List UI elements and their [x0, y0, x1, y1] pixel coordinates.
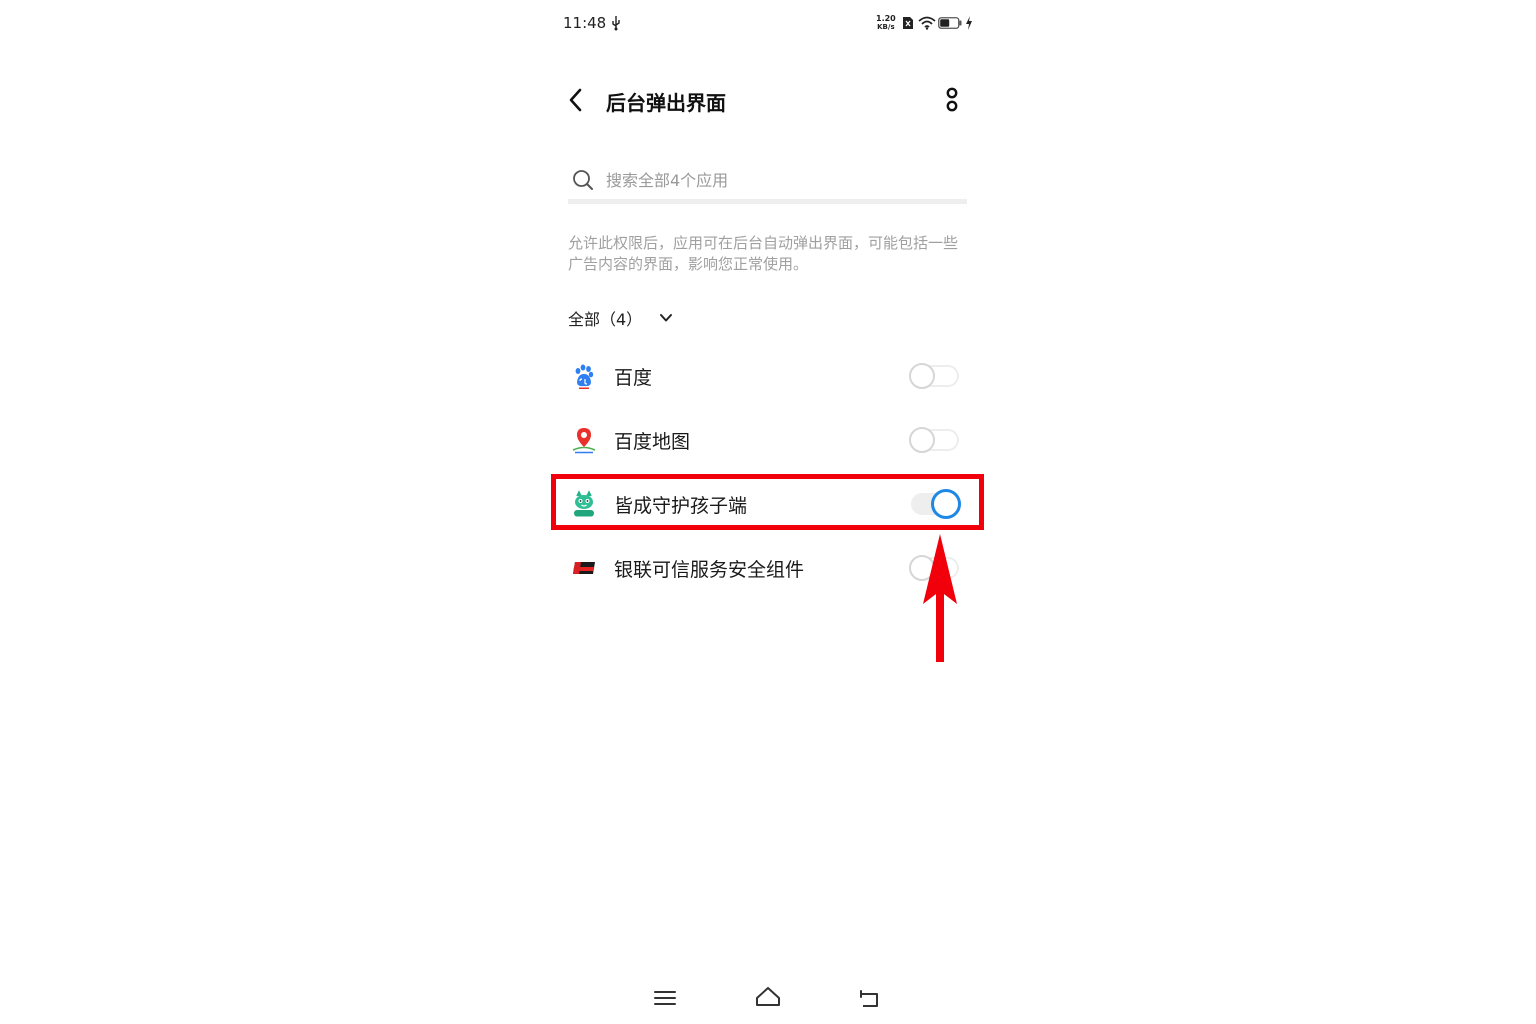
- toggle-knob: [909, 363, 935, 389]
- app-name: 银联可信服务安全组件: [614, 559, 805, 581]
- nav-back-icon[interactable]: [856, 986, 882, 1010]
- sim-card-icon: [903, 17, 913, 29]
- navigation-bar: [548, 980, 988, 1016]
- back-button[interactable]: [562, 86, 590, 114]
- battery-icon: [938, 17, 962, 29]
- menu-icon[interactable]: [652, 986, 678, 1010]
- wifi-icon: [918, 16, 936, 30]
- app-row-baidu: 百度: [548, 344, 988, 408]
- app-row-baidu-map: 百度地图: [548, 408, 988, 472]
- annotation-highlight-box: [551, 474, 984, 530]
- page-title: 后台弹出界面: [606, 91, 726, 115]
- status-bar: 11:48 1.20 KB/s: [548, 0, 988, 48]
- network-speed-value: 1.20: [876, 14, 896, 23]
- charging-icon: [966, 16, 972, 30]
- network-speed: 1.20 KB/s: [876, 14, 896, 32]
- network-speed-unit: KB/s: [877, 23, 895, 31]
- filter-dropdown[interactable]: 全部（4）: [568, 305, 674, 331]
- permission-toggle-baidu[interactable]: [909, 362, 961, 390]
- search-box[interactable]: [568, 160, 967, 204]
- home-icon[interactable]: [754, 984, 782, 1010]
- permission-description: 允许此权限后，应用可在后台自动弹出界面，可能包括一些广告内容的界面，影响您正常使…: [568, 234, 959, 273]
- more-options-icon: [946, 87, 958, 112]
- title-bar: 后台弹出界面: [548, 70, 988, 130]
- usb-icon: [612, 16, 620, 31]
- filter-label: 全部（4）: [568, 310, 643, 329]
- chevron-down-icon: [660, 314, 673, 322]
- more-options-button[interactable]: [938, 84, 966, 116]
- search-input[interactable]: [606, 166, 946, 194]
- baidu-map-pin-icon: [572, 428, 596, 454]
- unionpay-card-icon: [573, 562, 595, 574]
- permission-toggle-baidu-map[interactable]: [909, 426, 961, 454]
- search-icon: [573, 170, 593, 190]
- annotation-arrow-icon: [923, 534, 957, 662]
- app-name: 百度地图: [614, 431, 691, 453]
- app-name: 百度: [614, 367, 653, 389]
- status-time: 11:48: [563, 14, 607, 32]
- phone-screen: 11:48 1.20 KB/s 后台弹出界面 搜索全部4个应用 允许此权限后，应…: [548, 0, 988, 1024]
- chevron-left-icon: [569, 88, 582, 112]
- baidu-paw-icon: [575, 364, 594, 389]
- toggle-knob: [909, 427, 935, 453]
